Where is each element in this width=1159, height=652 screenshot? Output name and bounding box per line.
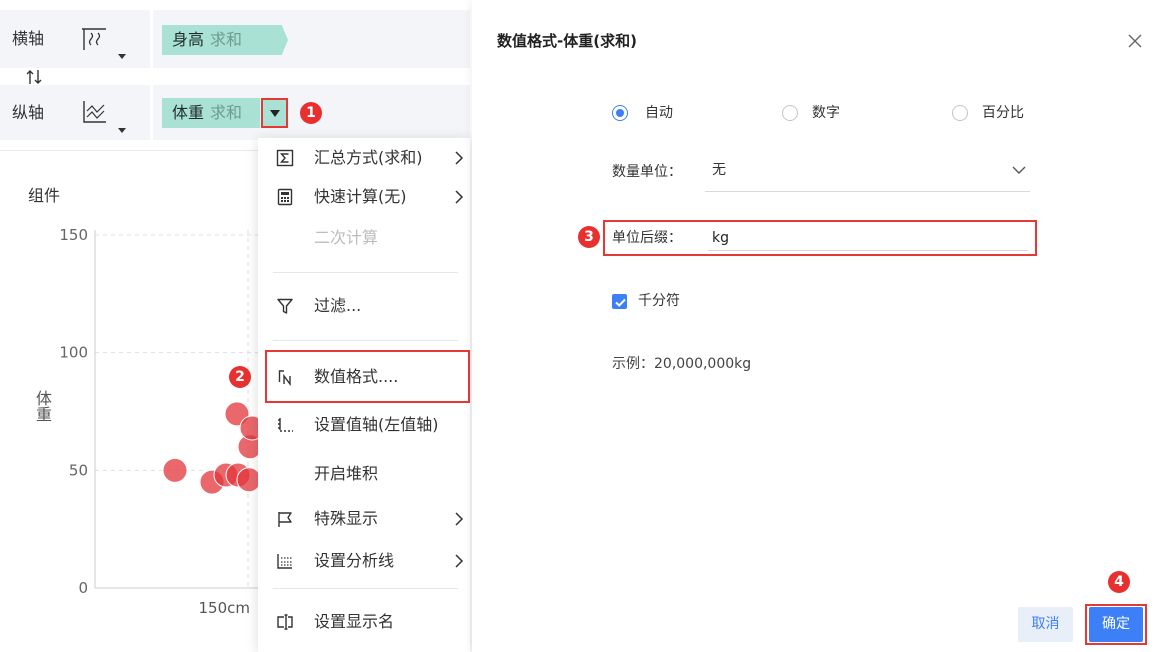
menu-item-label: 设置显示名 — [314, 612, 395, 631]
menu-item-analysis-line[interactable]: 设置分析线 — [258, 541, 470, 581]
menu-item-enable-stack[interactable]: 开启堆积 — [258, 454, 470, 494]
field-context-menu: 汇总方式(求和) 快速计算(无) 二次计算 过滤... 数值格式.... 设置值… — [258, 138, 470, 652]
chevron-right-icon — [455, 151, 464, 165]
menu-item-label: 设置值轴(左值轴) — [314, 415, 439, 434]
thousands-separator-label: 千分符 — [638, 293, 680, 309]
radio-percent[interactable] — [952, 105, 968, 121]
menu-divider — [273, 340, 458, 341]
suffix-input[interactable] — [708, 225, 1028, 251]
menu-divider — [273, 588, 458, 589]
select-underline — [705, 191, 1030, 192]
y-tick-label: 150 — [59, 226, 88, 244]
highlight-box — [265, 350, 470, 403]
x-tick-label: 150cm — [199, 599, 251, 617]
menu-item-special-display[interactable]: 特殊显示 — [258, 499, 470, 539]
cancel-button[interactable]: 取消 — [1018, 607, 1073, 642]
y-tick-label: 50 — [69, 461, 88, 479]
filter-icon — [277, 298, 293, 314]
menu-item-quick-calc[interactable]: 快速计算(无) — [258, 177, 470, 217]
calculator-icon — [277, 188, 293, 206]
menu-item-label: 开启堆积 — [314, 464, 379, 483]
rename-icon — [277, 614, 293, 630]
unit-label: 数量单位： — [612, 164, 682, 180]
step-badge: 2 — [229, 366, 251, 388]
menu-item-aggregation[interactable]: 汇总方式(求和) — [258, 138, 470, 178]
highlight-box — [1085, 604, 1147, 645]
menu-item-label: 特殊显示 — [314, 509, 379, 528]
value-axis-icon — [278, 418, 293, 432]
unit-select[interactable]: 无 — [712, 160, 726, 180]
menu-item-label: 过滤... — [314, 296, 362, 315]
step-badge: 3 — [578, 226, 600, 248]
menu-item-label: 快速计算(无) — [314, 187, 407, 206]
close-icon[interactable] — [1127, 33, 1143, 49]
flag-icon — [278, 512, 292, 527]
radio-number[interactable] — [782, 105, 798, 121]
radio-label: 自动 — [645, 105, 673, 121]
number-format-dialog: 数值格式-体重(求和) 自动 数字 百分比 数量单位： 无 单位后缀： 3 千分… — [472, 0, 1159, 652]
dialog-title: 数值格式-体重(求和) — [497, 32, 637, 50]
radio-label: 数字 — [812, 105, 840, 121]
check-icon — [615, 298, 626, 307]
chart-title: 组件 — [28, 186, 61, 205]
suffix-label: 单位后缀： — [612, 230, 682, 246]
scatter-point — [162, 457, 188, 483]
step-badge: 4 — [1108, 571, 1130, 593]
step-badge: 1 — [300, 102, 322, 124]
menu-item-value-axis[interactable]: 设置值轴(左值轴) — [258, 405, 470, 445]
y-tick-label: 100 — [59, 344, 88, 362]
menu-item-secondary-calc: 二次计算 — [258, 218, 470, 258]
menu-item-display-name[interactable]: 设置显示名 — [258, 602, 470, 642]
chevron-right-icon — [455, 554, 464, 568]
sigma-icon — [276, 149, 294, 167]
chevron-right-icon — [455, 512, 464, 526]
radio-label: 百分比 — [982, 105, 1024, 121]
menu-item-filter[interactable]: 过滤... — [258, 286, 470, 326]
analysis-line-icon — [277, 554, 292, 569]
menu-item-label: 汇总方式(求和) — [314, 148, 423, 167]
menu-divider — [273, 272, 458, 273]
menu-item-label: 设置分析线 — [314, 551, 395, 570]
y-axis-title: 体重 — [33, 390, 52, 422]
thousands-separator-checkbox[interactable] — [612, 294, 627, 309]
chevron-right-icon — [455, 190, 464, 204]
format-example: 示例：20,000,000kg — [612, 356, 752, 372]
menu-item-label: 二次计算 — [314, 228, 379, 247]
chevron-down-icon[interactable] — [1012, 166, 1026, 175]
radio-auto[interactable] — [612, 105, 628, 121]
y-tick-label: 0 — [78, 579, 88, 597]
